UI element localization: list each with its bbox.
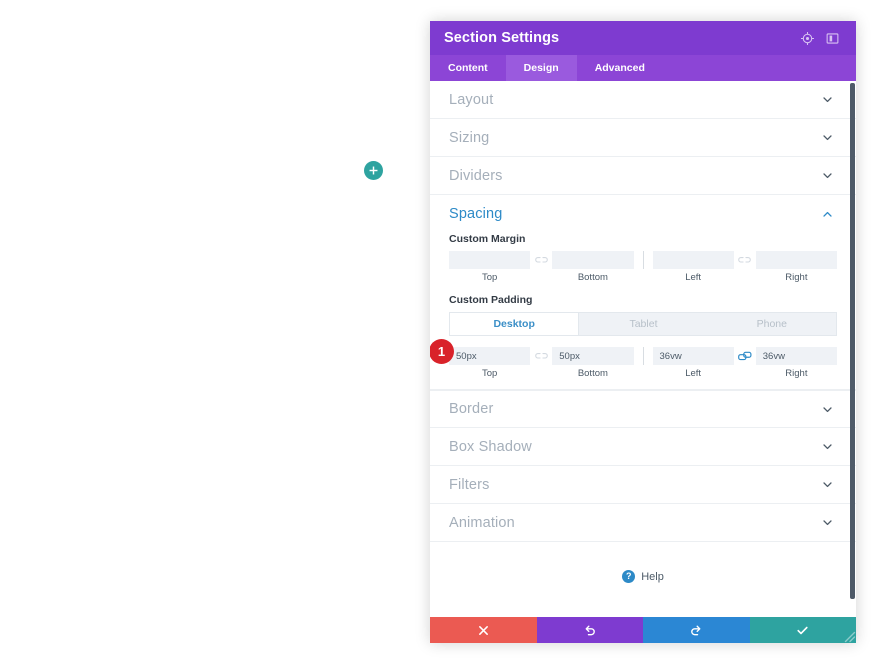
link-icon[interactable] — [734, 347, 756, 365]
chevron-down-icon — [820, 93, 834, 107]
padding-bottom-input[interactable]: 50px — [552, 347, 634, 365]
section-header-dividers[interactable]: Dividers — [430, 157, 856, 195]
undo-icon — [585, 625, 595, 636]
question-circle-icon[interactable]: ? — [622, 570, 636, 583]
device-phone[interactable]: Phone — [708, 313, 836, 335]
custom-padding-fields: 1 50px Top 50px Bottom 36vw Left 36vw Ri… — [430, 339, 837, 379]
section-header-filters[interactable]: Filters — [430, 466, 856, 504]
redo-icon — [691, 625, 701, 636]
section-header-box-shadow[interactable]: Box Shadow — [430, 428, 856, 466]
redo-button[interactable] — [643, 617, 750, 643]
section-label: Box Shadow — [449, 438, 532, 455]
section-label: Layout — [449, 91, 494, 108]
padding-left-caption: Left — [685, 368, 702, 379]
custom-padding-label: Custom Padding — [449, 294, 533, 306]
scrollbar-thumb[interactable] — [850, 83, 855, 599]
device-desktop[interactable]: Desktop — [450, 313, 580, 335]
panel-body: Layout Sizing Dividers Spacing Custom Ma… — [430, 81, 856, 617]
padding-right-caption: Right — [785, 368, 808, 379]
section-label: Animation — [449, 514, 515, 531]
padding-top-input[interactable]: 50px — [449, 347, 531, 365]
target-icon[interactable] — [796, 27, 818, 49]
device-tablet[interactable]: Tablet — [579, 313, 707, 335]
margin-right-caption: Right — [785, 272, 808, 283]
chevron-down-icon — [820, 131, 834, 145]
section-header-spacing[interactable]: Spacing — [430, 195, 856, 233]
margin-right-input[interactable] — [755, 251, 837, 269]
custom-margin-fields: Top Bottom Left Right — [449, 251, 837, 283]
close-icon — [478, 625, 488, 635]
chevron-down-icon — [820, 169, 834, 183]
chevron-down-icon — [820, 516, 834, 530]
section-label: Spacing — [449, 206, 503, 222]
margin-left-caption: Left — [685, 272, 702, 283]
chevron-down-icon — [820, 402, 834, 416]
tab-design[interactable]: Design — [505, 55, 577, 81]
chevron-up-icon — [820, 207, 834, 221]
tab-advanced[interactable]: Advanced — [577, 55, 663, 81]
section-header-animation[interactable]: Animation — [430, 504, 856, 542]
section-label: Sizing — [449, 129, 490, 146]
divider — [642, 251, 644, 269]
check-icon — [797, 626, 808, 634]
section-header-sizing[interactable]: Sizing — [430, 119, 856, 157]
section-label: Border — [449, 401, 494, 417]
margin-bottom-caption: Bottom — [577, 272, 608, 283]
layout-toggle-icon[interactable] — [821, 27, 843, 49]
plus-icon — [369, 166, 378, 175]
section-label: Filters — [449, 476, 490, 493]
margin-top-caption: Top — [481, 272, 498, 283]
padding-bottom-caption: Bottom — [577, 368, 608, 379]
panel-tabs: Content Design Advanced — [430, 55, 856, 81]
help-label[interactable]: Help — [641, 571, 664, 583]
help-row: ? Help — [430, 542, 856, 583]
section-label: Dividers — [449, 167, 503, 184]
section-header-layout[interactable]: Layout — [430, 81, 856, 119]
chevron-down-icon — [820, 440, 834, 454]
margin-bottom-input[interactable] — [552, 251, 634, 269]
margin-left-input[interactable] — [652, 251, 734, 269]
tab-content[interactable]: Content — [430, 55, 506, 81]
divider — [642, 347, 644, 365]
panel-header: Section Settings — [430, 21, 856, 55]
page-title: Section Settings — [444, 30, 560, 46]
save-button[interactable] — [749, 617, 856, 643]
padding-top-caption: Top — [481, 368, 498, 379]
link-broken-icon[interactable] — [734, 251, 756, 269]
link-broken-icon[interactable] — [530, 251, 552, 269]
screen: Section Settings Content Design Advanced — [0, 0, 880, 664]
panel-scrollbar[interactable] — [850, 81, 856, 617]
device-toggle: Desktop Tablet Phone — [449, 312, 837, 336]
custom-margin-label: Custom Margin — [449, 233, 526, 245]
panel-footer — [430, 617, 856, 643]
undo-button[interactable] — [536, 617, 643, 643]
padding-right-input[interactable]: 36vw — [755, 347, 837, 365]
section-settings-panel: Section Settings Content Design Advanced — [430, 21, 856, 643]
cancel-button[interactable] — [430, 617, 537, 643]
section-header-border[interactable]: Border — [430, 390, 856, 428]
add-section-button[interactable] — [364, 161, 383, 180]
chevron-down-icon — [820, 478, 834, 492]
padding-left-input[interactable]: 36vw — [652, 347, 734, 365]
resize-grip-icon — [844, 631, 856, 643]
link-broken-icon[interactable] — [530, 347, 552, 365]
step-badge: 1 — [430, 339, 454, 364]
margin-top-input[interactable] — [449, 251, 531, 269]
spacing-section-content: Custom Margin Top Bottom Left Right Cust… — [430, 233, 856, 390]
